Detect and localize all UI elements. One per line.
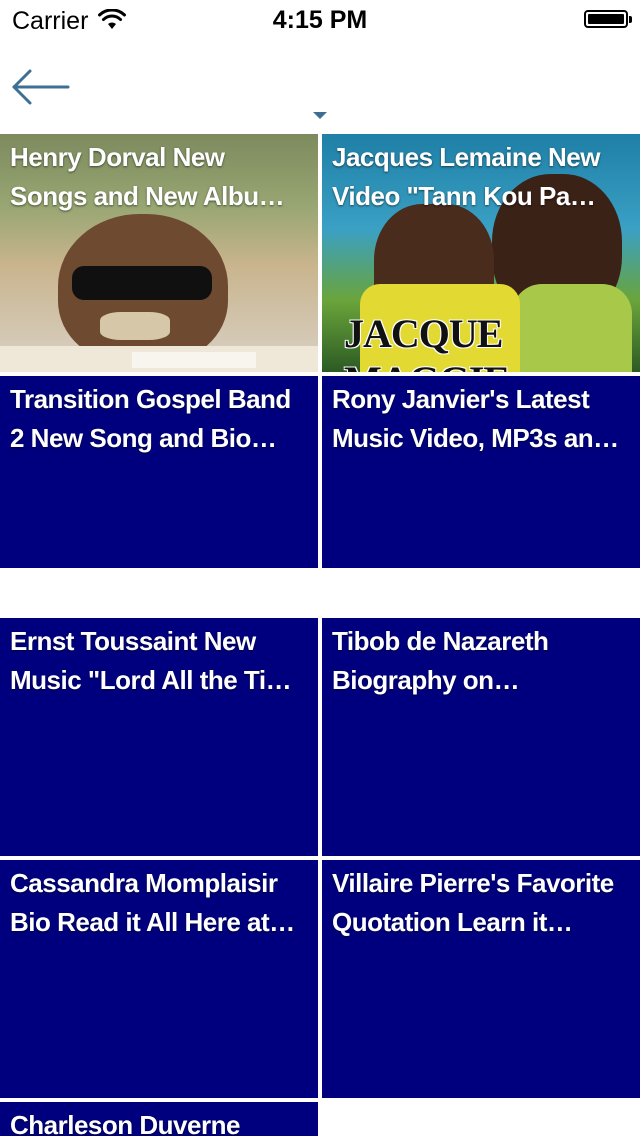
status-bar: Carrier 4:15 PM — [0, 0, 640, 40]
article-title: Jacques Lemaine New Video "Tann Kou Pa O… — [332, 142, 600, 211]
article-tile[interactable]: Cassandra Momplaisir Bio Read it All Her… — [0, 860, 318, 1098]
back-arrow-icon[interactable] — [10, 64, 72, 110]
battery-icon — [584, 10, 632, 28]
article-title: Ernst Toussaint New Music "Lord All the … — [10, 626, 292, 695]
navigation-bar — [0, 40, 640, 130]
article-title: Henry Dorval New Songs and New Album Lis… — [10, 142, 282, 211]
article-tile[interactable]: JACQUE MAGGIE Jacques Lemaine New Video … — [322, 134, 640, 372]
article-tile[interactable]: Transition Gospel Band 2 New Song and Bi… — [0, 376, 318, 568]
article-tile[interactable]: Ernst Toussaint New Music "Lord All the … — [0, 618, 318, 856]
article-tile[interactable]: Tibob de Nazareth Biography on Chantep… — [322, 618, 640, 856]
article-tile[interactable]: Villaire Pierre's Favorite Quotation Lea… — [322, 860, 640, 1098]
article-tile[interactable]: Henry Dorval New Songs and New Album Lis… — [0, 134, 318, 372]
dropdown-caret-icon[interactable] — [313, 112, 327, 119]
article-title: Rony Janvier's Latest Music Video, MP3s … — [332, 384, 619, 453]
thumbnail-text: JACQUE MAGGIE — [344, 311, 510, 372]
article-title: Tibob de Nazareth Biography on Chantep… — [332, 626, 549, 695]
article-title: Cassandra Momplaisir Bio Read it All Her… — [10, 868, 295, 937]
article-title: Charleson Duverne — [10, 1110, 240, 1136]
article-title: Transition Gospel Band 2 New Song and Bi… — [10, 384, 291, 453]
article-tile[interactable]: Rony Janvier's Latest Music Video, MP3s … — [322, 376, 640, 568]
article-tile[interactable]: Charleson Duverne — [0, 1102, 318, 1136]
article-title: Villaire Pierre's Favorite Quotation Lea… — [332, 868, 614, 937]
clock: 4:15 PM — [272, 6, 368, 34]
